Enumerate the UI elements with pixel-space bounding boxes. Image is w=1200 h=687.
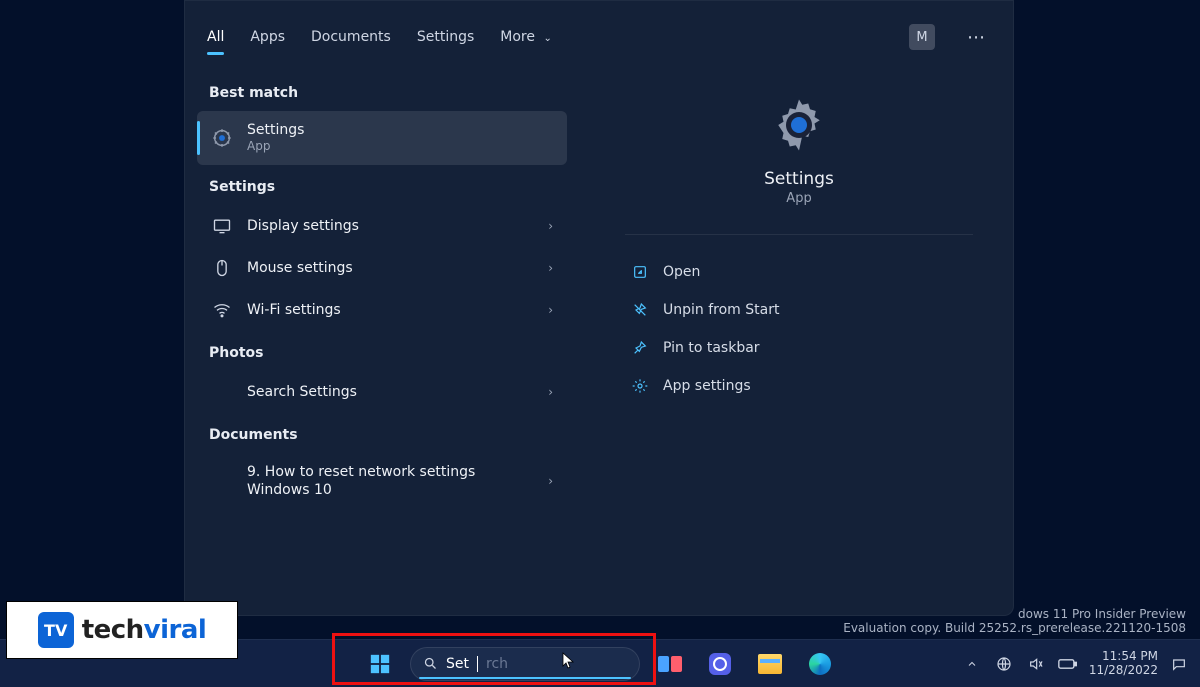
tab-more[interactable]: More ⌄ bbox=[500, 23, 552, 51]
action-unpin-start[interactable]: Unpin from Start bbox=[625, 291, 973, 329]
result-doc-reset-network[interactable]: 9. How to reset network settings Windows… bbox=[197, 453, 567, 509]
action-open[interactable]: Open bbox=[625, 253, 973, 291]
settings-section-header: Settings bbox=[197, 165, 585, 205]
blank-icon bbox=[211, 381, 233, 403]
pin-icon bbox=[631, 339, 649, 357]
result-display-settings[interactable]: Display settings › bbox=[197, 205, 567, 247]
blank-icon bbox=[211, 470, 233, 492]
more-options-button[interactable]: ⋯ bbox=[961, 24, 991, 50]
tray-overflow[interactable] bbox=[961, 653, 983, 675]
user-avatar[interactable]: M bbox=[909, 24, 935, 50]
search-tabs: All Apps Documents Settings More ⌄ M ⋯ bbox=[185, 23, 1013, 59]
preview-subtitle: App bbox=[786, 191, 811, 206]
taskbar-chat[interactable] bbox=[700, 644, 740, 684]
taskbar-edge[interactable] bbox=[800, 644, 840, 684]
source-logo: TV techviral bbox=[6, 601, 238, 659]
taskbar-widgets[interactable] bbox=[650, 644, 690, 684]
open-icon bbox=[631, 263, 649, 281]
best-match-result[interactable]: Settings App bbox=[197, 111, 567, 165]
search-flyout: All Apps Documents Settings More ⌄ M ⋯ B… bbox=[184, 0, 1014, 616]
system-tray: 11:54 PM 11/28/2022 bbox=[961, 650, 1190, 678]
text-caret bbox=[477, 656, 478, 672]
tray-battery-icon[interactable] bbox=[1057, 653, 1079, 675]
taskbar-file-explorer[interactable] bbox=[750, 644, 790, 684]
chevron-right-icon: › bbox=[548, 219, 553, 233]
chevron-right-icon: › bbox=[548, 385, 553, 399]
logo-badge: TV bbox=[38, 612, 74, 648]
chevron-right-icon: › bbox=[548, 474, 553, 488]
best-match-header: Best match bbox=[197, 71, 585, 111]
tab-documents[interactable]: Documents bbox=[311, 23, 391, 51]
chevron-right-icon: › bbox=[548, 261, 553, 275]
chevron-right-icon: › bbox=[548, 303, 553, 317]
start-button[interactable] bbox=[360, 644, 400, 684]
divider bbox=[625, 234, 973, 235]
taskbar-search-input[interactable]: Setrch bbox=[410, 647, 640, 681]
wifi-icon bbox=[211, 299, 233, 321]
tab-settings[interactable]: Settings bbox=[417, 23, 474, 51]
preview-pane: Settings App Open Unpin from Start bbox=[585, 59, 1013, 615]
results-column: Best match Settings App Settings bbox=[185, 59, 585, 615]
chevron-down-icon: ⌄ bbox=[543, 33, 551, 44]
taskbar-clock[interactable]: 11:54 PM 11/28/2022 bbox=[1089, 650, 1158, 678]
mouse-icon bbox=[211, 257, 233, 279]
gear-small-icon bbox=[631, 377, 649, 395]
tab-all[interactable]: All bbox=[207, 23, 224, 51]
unpin-icon bbox=[631, 301, 649, 319]
action-app-settings[interactable]: App settings bbox=[625, 367, 973, 405]
documents-section-header: Documents bbox=[197, 413, 585, 453]
tray-volume-icon[interactable] bbox=[1025, 653, 1047, 675]
tab-apps[interactable]: Apps bbox=[250, 23, 285, 51]
windows-watermark: dows 11 Pro Insider Preview Evaluation c… bbox=[843, 607, 1186, 635]
preview-title: Settings bbox=[764, 169, 834, 189]
result-mouse-settings[interactable]: Mouse settings › bbox=[197, 247, 567, 289]
best-match-title: Settings bbox=[247, 121, 553, 139]
search-icon bbox=[423, 656, 438, 671]
action-pin-taskbar[interactable]: Pin to taskbar bbox=[625, 329, 973, 367]
gear-icon bbox=[769, 95, 829, 155]
photos-section-header: Photos bbox=[197, 331, 585, 371]
result-search-settings[interactable]: Search Settings › bbox=[197, 371, 567, 413]
monitor-icon bbox=[211, 215, 233, 237]
tray-network-icon[interactable] bbox=[993, 653, 1015, 675]
tray-notifications-icon[interactable] bbox=[1168, 653, 1190, 675]
result-wifi-settings[interactable]: Wi-Fi settings › bbox=[197, 289, 567, 331]
best-match-subtitle: App bbox=[247, 139, 553, 155]
gear-icon bbox=[211, 127, 233, 149]
